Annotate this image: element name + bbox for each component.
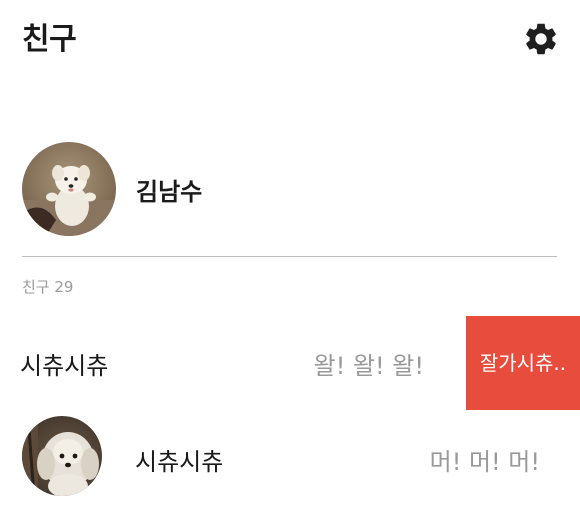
friend-status: 왈! 왈! 왈! — [313, 352, 424, 380]
friend-status: 머! 머! 머! — [429, 448, 540, 476]
avatar[interactable] — [22, 142, 116, 236]
friend-name: 시츄시츄 — [20, 352, 109, 380]
my-name: 김남수 — [136, 178, 203, 206]
avatar[interactable] — [22, 416, 102, 496]
list-item[interactable]: 시츄시츄 왈! 왈! 왈! 잘가시츄.. — [0, 316, 580, 410]
delete-friend-button[interactable]: 잘가시츄.. — [466, 316, 580, 410]
my-profile[interactable]: 김남수 — [0, 130, 580, 250]
friends-count-label: 친구 29 — [22, 278, 74, 296]
dog-photo-icon — [22, 142, 116, 236]
page-title: 친구 — [22, 22, 77, 57]
gear-icon[interactable] — [522, 20, 560, 58]
list-item[interactable]: 시츄시츄 머! 머! 머! — [0, 416, 580, 500]
shih-tzu-photo-icon — [22, 416, 102, 496]
friend-name: 시츄시츄 — [135, 448, 224, 476]
divider — [22, 256, 557, 257]
header: 친구 — [0, 0, 580, 80]
